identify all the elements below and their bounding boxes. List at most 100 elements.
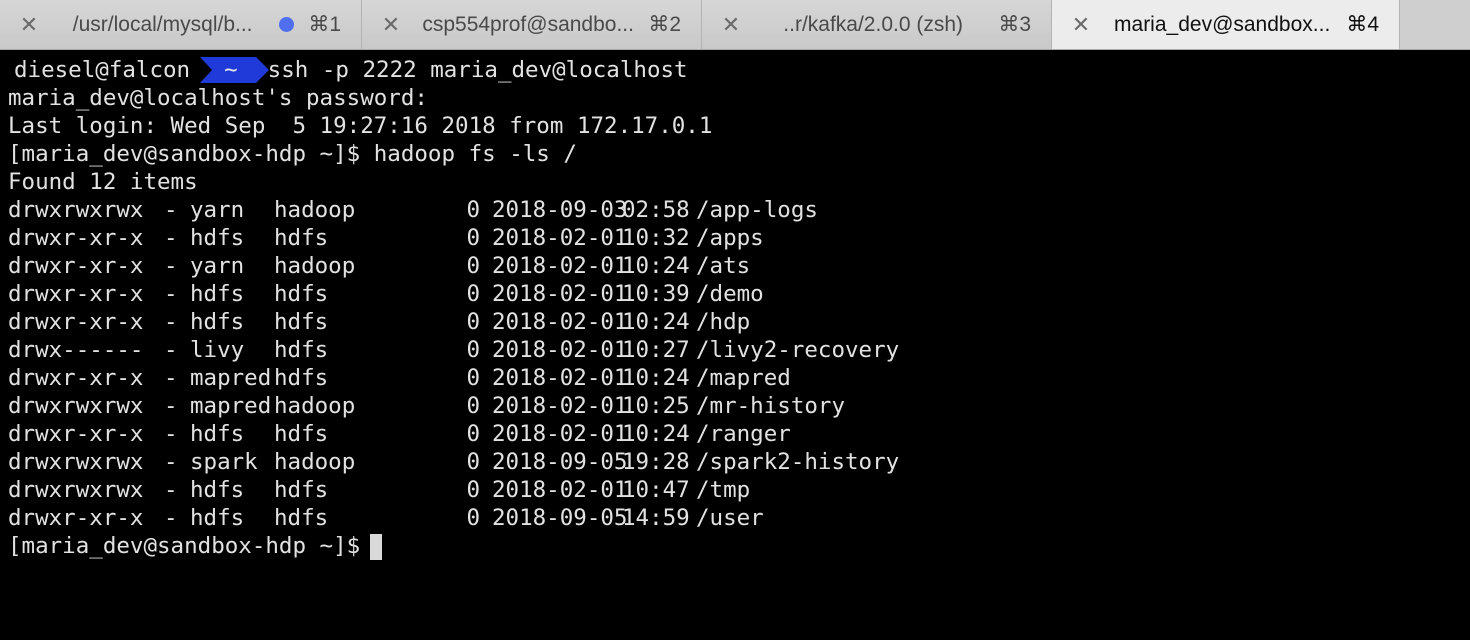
listing-owner: mapred: [190, 393, 272, 419]
tab-title: ..r/kafka/2.0.0 (zsh): [783, 12, 964, 36]
listing-row: drwxrwxrwx - mapred hadoop 0 2018-02-01 10:25/…: [0, 392, 1470, 420]
listing-group: hdfs: [274, 225, 329, 251]
listing-path: /app-logs: [696, 197, 818, 223]
listing-path: /ranger: [696, 421, 791, 447]
listing-perm: drwxr-xr-x: [8, 421, 144, 447]
listing-size: 0: [466, 505, 480, 531]
listing-size: 0: [466, 281, 480, 307]
listing-group: hdfs: [274, 309, 329, 335]
listing-perm: drwx------: [8, 337, 144, 363]
listing-owner: livy: [190, 337, 245, 363]
listing-perm: drwxr-xr-x: [8, 309, 144, 335]
listing-owner: hdfs: [190, 225, 245, 251]
listing-size: 0: [466, 309, 480, 335]
listing-time: 10:24: [622, 421, 690, 447]
listing-group: hdfs: [274, 477, 329, 503]
listing-row: drwxrwxrwx - yarn hadoop 0 2018-09-03 02:58/ap…: [0, 196, 1470, 224]
listing-path: /mapred: [696, 365, 791, 391]
tab-title: /usr/local/mysql/b...: [72, 12, 253, 36]
listing-owner: hdfs: [190, 421, 245, 447]
listing-repl: -: [164, 449, 178, 475]
listing-path: /user: [696, 505, 764, 531]
listing-date: 2018-02-01: [492, 225, 628, 251]
listing-repl: -: [164, 477, 178, 503]
listing-repl: -: [164, 225, 178, 251]
listing-path: /apps: [696, 225, 764, 251]
listing-owner: spark: [190, 449, 258, 475]
activity-dot-icon: [279, 17, 295, 32]
listing-time: 10:39: [622, 281, 690, 307]
listing-group: hdfs: [274, 365, 329, 391]
listing-date: 2018-02-01: [492, 309, 628, 335]
listing-time: 10:32: [622, 225, 690, 251]
close-icon[interactable]: ✕: [1064, 12, 1098, 38]
tab-1[interactable]: ✕ /usr/local/mysql/b... ⌘1: [0, 0, 362, 49]
terminal-output[interactable]: diesel@falcon ~ ssh -p 2222 maria_dev@loca…: [0, 56, 1470, 640]
listing-perm: drwxrwxrwx: [8, 393, 144, 419]
listing-row: drwxr-xr-x - hdfs hdfs 0 2018-02-01 10:32/apps: [0, 224, 1470, 252]
listing-path: /livy2-recovery: [696, 337, 900, 363]
listing-row: drwxrwxrwx - hdfs hdfs 0 2018-02-01 10:47/tmp: [0, 476, 1470, 504]
listing-repl: -: [164, 365, 178, 391]
listing-perm: drwxr-xr-x: [8, 253, 144, 279]
listing-repl: -: [164, 309, 178, 335]
listing-date: 2018-02-01: [492, 477, 628, 503]
listing-row: drwxr-xr-x - hdfs hdfs 0 2018-02-01 10:24/hdp: [0, 308, 1470, 336]
listing-row: drwxr-xr-x - hdfs hdfs 0 2018-02-01 10:24/rang…: [0, 420, 1470, 448]
listing-row: drwxr-xr-x - mapred hdfs 0 2018-02-01 10:24/ma…: [0, 364, 1470, 392]
listing-date: 2018-02-01: [492, 365, 628, 391]
listing-path: /mr-history: [696, 393, 846, 419]
tab-4[interactable]: ✕ maria_dev@sandbox... ⌘4: [1052, 0, 1400, 49]
listing-date: 2018-02-01: [492, 421, 628, 447]
tab-title: maria_dev@sandbox...: [1114, 12, 1331, 36]
tab-title: csp554prof@sandbo...: [422, 12, 634, 36]
local-prompt-line: diesel@falcon ~ ssh -p 2222 maria_dev@loca…: [0, 56, 1470, 84]
listing-time: 19:28: [622, 449, 690, 475]
close-icon[interactable]: ✕: [714, 12, 748, 38]
listing-repl: -: [164, 337, 178, 363]
listing-owner: yarn: [190, 253, 245, 279]
final-prompt-line[interactable]: [maria_dev@sandbox-hdp ~]$: [0, 532, 1470, 560]
listing-repl: -: [164, 505, 178, 531]
listing-date: 2018-02-01: [492, 393, 628, 419]
listing-date: 2018-02-01: [492, 337, 628, 363]
listing-size: 0: [466, 337, 480, 363]
listing-size: 0: [466, 253, 480, 279]
listing-size: 0: [466, 421, 480, 447]
tab-shortcut: ⌘1: [308, 13, 341, 36]
listing-owner: yarn: [190, 197, 245, 223]
listing-repl: -: [164, 393, 178, 419]
listing-perm: drwxr-xr-x: [8, 365, 144, 391]
tab-2[interactable]: ✕ csp554prof@sandbo... ⌘2: [362, 0, 702, 49]
listing-group: hdfs: [274, 421, 329, 447]
listing-perm: drwxrwxrwx: [8, 449, 144, 475]
listing-time: 10:27: [622, 337, 690, 363]
close-icon[interactable]: ✕: [12, 12, 46, 38]
listing-owner: hdfs: [190, 505, 245, 531]
password-line: maria_dev@localhost's password:: [8, 85, 428, 111]
close-icon[interactable]: ✕: [374, 12, 408, 38]
listing-size: 0: [466, 449, 480, 475]
listing-time: 14:59: [622, 505, 690, 531]
listing-group: hadoop: [274, 393, 356, 419]
listing-row: drwx------ - livy hdfs 0 2018-02-01 10:27/livy…: [0, 336, 1470, 364]
listing-group: hadoop: [274, 197, 356, 223]
listing-perm: drwxr-xr-x: [8, 225, 144, 251]
listing-path: /spark2-history: [696, 449, 900, 475]
listing-group: hadoop: [274, 253, 356, 279]
tab-shortcut: ⌘4: [1346, 13, 1379, 36]
listing-date: 2018-02-01: [492, 253, 628, 279]
listing-time: 10:24: [622, 365, 690, 391]
prompt-command: ssh -p 2222 maria_dev@localhost: [267, 57, 688, 83]
last-login-line: Last login: Wed Sep 5 19:27:16 2018 from…: [8, 113, 713, 139]
listing-date: 2018-09-05: [492, 449, 628, 475]
listing-time: 10:25: [622, 393, 690, 419]
listing-row: drwxr-xr-x - hdfs hdfs 0 2018-09-05 14:59/user: [0, 504, 1470, 532]
final-prompt: [maria_dev@sandbox-hdp ~]$: [8, 533, 361, 559]
listing-path: /demo: [696, 281, 764, 307]
listing-repl: -: [164, 197, 178, 223]
listing-path: /hdp: [696, 309, 751, 335]
tab-3[interactable]: ✕ ..r/kafka/2.0.0 (zsh) ⌘3: [702, 0, 1052, 49]
listing-path: /ats: [696, 253, 751, 279]
listing-group: hdfs: [274, 337, 329, 363]
